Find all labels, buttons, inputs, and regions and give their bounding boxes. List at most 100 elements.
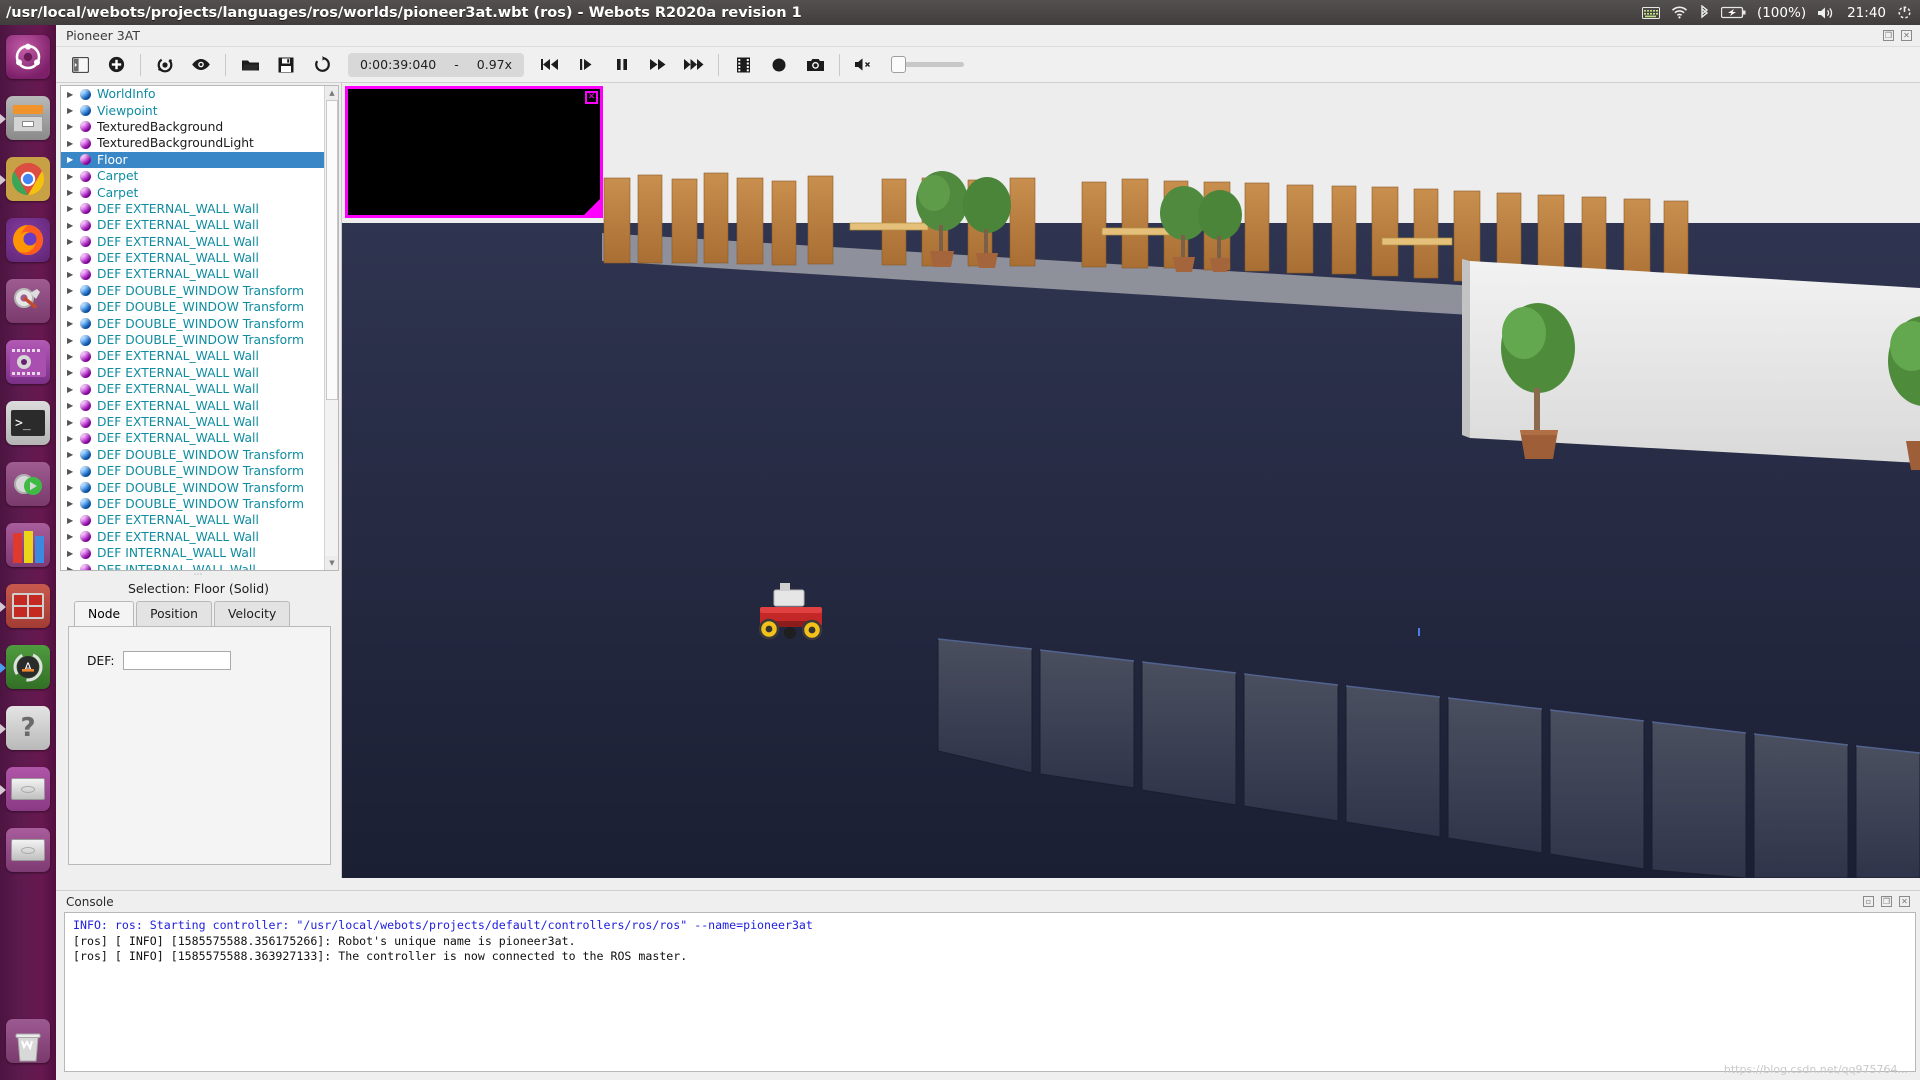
robot-window-overlay[interactable]: ✕	[345, 86, 603, 218]
launcher-item-pencils[interactable]	[0, 517, 56, 573]
expand-arrow-icon[interactable]: ▶	[67, 221, 80, 230]
launcher-item-firefox[interactable]	[0, 212, 56, 268]
tree-row[interactable]: ▶DEF DOUBLE_WINDOW Transform	[61, 447, 324, 463]
expand-arrow-icon[interactable]: ▶	[67, 90, 80, 99]
panel-splitter[interactable]: ⋯	[56, 571, 341, 578]
tab-position[interactable]: Position	[136, 601, 212, 626]
fastest-icon[interactable]	[676, 50, 712, 80]
tab-velocity[interactable]: Velocity	[214, 601, 290, 626]
launcher-item-terminal[interactable]: >_	[0, 395, 56, 451]
revert-icon[interactable]	[147, 50, 183, 80]
tree-row[interactable]: ▶DEF DOUBLE_WINDOW Transform	[61, 315, 324, 331]
expand-arrow-icon[interactable]: ▶	[67, 122, 80, 131]
tree-row[interactable]: ▶DEF EXTERNAL_WALL Wall	[61, 348, 324, 364]
expand-arrow-icon[interactable]: ▶	[67, 237, 80, 246]
camera-icon[interactable]	[797, 50, 833, 80]
float-button[interactable]: ❐	[1881, 896, 1892, 907]
tree-row[interactable]: ▶DEF EXTERNAL_WALL Wall	[61, 365, 324, 381]
tree-row[interactable]: ▶DEF EXTERNAL_WALL Wall	[61, 201, 324, 217]
tree-row[interactable]: ▶DEF EXTERNAL_WALL Wall	[61, 414, 324, 430]
restore-button[interactable]: ❐	[1883, 30, 1894, 41]
tree-row[interactable]: ▶TexturedBackgroundLight	[61, 135, 324, 151]
tree-row[interactable]: ▶DEF DOUBLE_WINDOW Transform	[61, 496, 324, 512]
expand-arrow-icon[interactable]: ▶	[67, 450, 80, 459]
mute-speaker-icon[interactable]	[846, 50, 882, 80]
tree-row[interactable]: ▶DEF EXTERNAL_WALL Wall	[61, 250, 324, 266]
add-node-icon[interactable]	[98, 50, 134, 80]
close-button[interactable]: ✕	[1899, 896, 1910, 907]
expand-arrow-icon[interactable]: ▶	[67, 204, 80, 213]
expand-arrow-icon[interactable]: ▶	[67, 139, 80, 148]
expand-arrow-icon[interactable]: ▶	[67, 336, 80, 345]
launcher-item-webots[interactable]	[0, 456, 56, 512]
tree-row[interactable]: ▶DEF EXTERNAL_WALL Wall	[61, 397, 324, 413]
tab-node[interactable]: Node	[74, 601, 134, 626]
expand-arrow-icon[interactable]: ▶	[67, 155, 80, 164]
tree-row[interactable]: ▶DEF EXTERNAL_WALL Wall	[61, 217, 324, 233]
tree-row[interactable]: ▶DEF EXTERNAL_WALL Wall	[61, 381, 324, 397]
keyboard-icon[interactable]	[1642, 7, 1660, 19]
expand-arrow-icon[interactable]: ▶	[67, 172, 80, 181]
launcher-item-files[interactable]	[0, 90, 56, 146]
scene-tree-scrollbar[interactable]: ▲ ▼	[324, 86, 338, 570]
volume-slider[interactable]	[892, 62, 964, 67]
expand-arrow-icon[interactable]: ▶	[67, 286, 80, 295]
launcher-item-help[interactable]: ?	[0, 700, 56, 756]
clock[interactable]: 21:40	[1847, 5, 1886, 21]
expand-arrow-icon[interactable]: ▶	[67, 565, 80, 570]
maximize-button[interactable]: ▫	[1863, 896, 1874, 907]
tree-row[interactable]: ▶DEF DOUBLE_WINDOW Transform	[61, 332, 324, 348]
simulation-viewport[interactable]: ✕	[342, 83, 1920, 878]
launcher-item-software-center[interactable]	[0, 334, 56, 390]
film-strip-icon[interactable]	[725, 50, 761, 80]
expand-arrow-icon[interactable]: ▶	[67, 401, 80, 410]
tree-row[interactable]: ▶DEF DOUBLE_WINDOW Transform	[61, 283, 324, 299]
tree-row[interactable]: ▶DEF EXTERNAL_WALL Wall	[61, 529, 324, 545]
record-circle-icon[interactable]	[761, 50, 797, 80]
expand-arrow-icon[interactable]: ▶	[67, 106, 80, 115]
expand-arrow-icon[interactable]: ▶	[67, 549, 80, 558]
launcher-item-disk-one[interactable]	[0, 761, 56, 817]
tree-row[interactable]: ▶DEF INTERNAL_WALL Wall	[61, 561, 324, 570]
expand-arrow-icon[interactable]: ▶	[67, 254, 80, 263]
expand-arrow-icon[interactable]: ▶	[67, 188, 80, 197]
expand-arrow-icon[interactable]: ▶	[67, 467, 80, 476]
volume-knob[interactable]	[891, 56, 906, 73]
launcher-item-chrome[interactable]	[0, 151, 56, 207]
reload-icon[interactable]	[304, 50, 340, 80]
step-icon[interactable]	[568, 50, 604, 80]
bluetooth-icon[interactable]	[1699, 5, 1710, 20]
panel-toggle-icon[interactable]	[62, 50, 98, 80]
power-gear-icon[interactable]	[1897, 5, 1912, 20]
tree-row[interactable]: ▶Carpet	[61, 168, 324, 184]
wifi-icon[interactable]	[1671, 6, 1688, 19]
expand-arrow-icon[interactable]: ▶	[67, 368, 80, 377]
expand-arrow-icon[interactable]: ▶	[67, 434, 80, 443]
launcher-item-remmina[interactable]	[0, 578, 56, 634]
close-button[interactable]: ✕	[1901, 30, 1912, 41]
scene-tree[interactable]: ▶WorldInfo▶Viewpoint▶TexturedBackground▶…	[60, 85, 339, 571]
open-folder-icon[interactable]	[232, 50, 268, 80]
tree-row[interactable]: ▶DEF DOUBLE_WINDOW Transform	[61, 299, 324, 315]
scrollbar-thumb[interactable]	[326, 100, 338, 400]
battery-icon[interactable]	[1721, 6, 1746, 19]
console-output[interactable]: INFO: ros: Starting controller: "/usr/lo…	[64, 912, 1916, 1072]
expand-arrow-icon[interactable]: ▶	[67, 516, 80, 525]
expand-arrow-icon[interactable]: ▶	[67, 303, 80, 312]
volume-icon[interactable]	[1817, 6, 1836, 20]
expand-arrow-icon[interactable]: ▶	[67, 483, 80, 492]
eye-icon[interactable]	[183, 50, 219, 80]
tree-row[interactable]: ▶TexturedBackground	[61, 119, 324, 135]
launcher-item-android-studio[interactable]: A	[0, 639, 56, 695]
expand-arrow-icon[interactable]: ▶	[67, 499, 80, 508]
tree-row[interactable]: ▶Floor	[61, 152, 324, 168]
launcher-item-disk-two[interactable]	[0, 822, 56, 878]
rewind-icon[interactable]	[532, 50, 568, 80]
def-input[interactable]	[123, 651, 231, 670]
scene-tree-list[interactable]: ▶WorldInfo▶Viewpoint▶TexturedBackground▶…	[61, 86, 324, 570]
pause-icon[interactable]	[604, 50, 640, 80]
tree-row[interactable]: ▶DEF INTERNAL_WALL Wall	[61, 545, 324, 561]
tree-row[interactable]: ▶WorldInfo	[61, 86, 324, 102]
expand-arrow-icon[interactable]: ▶	[67, 352, 80, 361]
expand-arrow-icon[interactable]: ▶	[67, 385, 80, 394]
